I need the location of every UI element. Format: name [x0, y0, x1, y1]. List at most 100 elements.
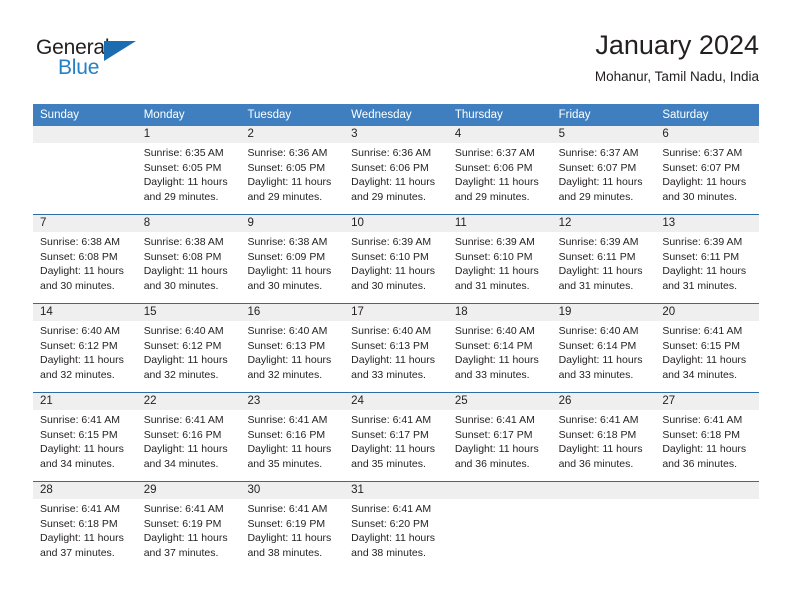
day-cell-20[interactable]: 20 Sunrise: 6:41 AM Sunset: 6:15 PM Dayligh… — [655, 304, 760, 392]
daylight-text-line2: and 29 minutes. — [143, 190, 219, 203]
day-cell-11[interactable]: 11 Sunrise: 6:39 AM Sunset: 6:10 PM Dayligh… — [447, 215, 552, 303]
day-cell-3[interactable]: 3 Sunrise: 6:36 AM Sunset: 6:06 PM Daylight… — [344, 126, 448, 214]
daylight-text-line1: Daylight: 11 hours — [351, 265, 436, 278]
daylight-text-line1: Daylight: 11 hours — [662, 265, 747, 278]
day-number: 14 — [33, 304, 137, 321]
day-cell-8[interactable]: 8 Sunrise: 6:38 AM Sunset: 6:08 PM Daylight… — [136, 215, 241, 303]
sunset-text: Sunset: 6:14 PM — [558, 339, 637, 352]
day-number — [655, 482, 760, 499]
day-number: 9 — [240, 215, 345, 232]
day-cell-31[interactable]: 31 Sunrise: 6:41 AM Sunset: 6:20 PM Dayligh… — [344, 482, 448, 570]
day-cell-30[interactable]: 30 Sunrise: 6:41 AM Sunset: 6:19 PM Dayligh… — [240, 482, 345, 570]
day-number: 15 — [136, 304, 241, 321]
day-number — [33, 126, 137, 143]
day-details: Sunrise: 6:40 AM Sunset: 6:12 PM Daylight:… — [33, 321, 137, 382]
sunset-text: Sunset: 6:15 PM — [40, 428, 118, 441]
day-number: 27 — [655, 393, 760, 410]
sunset-text: Sunset: 6:15 PM — [662, 339, 740, 352]
general-blue-logo[interactable]: General Blue — [36, 36, 166, 88]
sunrise-text: Sunrise: 6:36 AM — [247, 147, 328, 159]
daylight-text-line2: and 32 minutes. — [143, 368, 219, 381]
daylight-text-line1: Daylight: 11 hours — [558, 354, 643, 367]
daylight-text-line1: Daylight: 11 hours — [558, 443, 643, 456]
daylight-text-line2: and 33 minutes. — [558, 368, 634, 381]
day-cell-24[interactable]: 24 Sunrise: 6:41 AM Sunset: 6:17 PM Dayligh… — [344, 393, 448, 481]
sunset-text: Sunset: 6:07 PM — [558, 161, 637, 174]
day-cell-27[interactable]: 27 Sunrise: 6:41 AM Sunset: 6:18 PM Dayligh… — [655, 393, 760, 481]
day-details: Sunrise: 6:37 AM Sunset: 6:07 PM Daylight:… — [552, 143, 656, 204]
day-cell-26[interactable]: 26 Sunrise: 6:41 AM Sunset: 6:18 PM Dayligh… — [551, 393, 656, 481]
day-cell-18[interactable]: 18 Sunrise: 6:40 AM Sunset: 6:14 PM Dayligh… — [447, 304, 552, 392]
day-number: 28 — [33, 482, 137, 499]
sunrise-text: Sunrise: 6:38 AM — [247, 236, 328, 248]
day-cell-13[interactable]: 13 Sunrise: 6:39 AM Sunset: 6:11 PM Dayligh… — [655, 215, 760, 303]
sunset-text: Sunset: 6:11 PM — [558, 250, 636, 263]
sunrise-text: Sunrise: 6:40 AM — [40, 325, 120, 337]
daylight-text-line2: and 36 minutes. — [662, 457, 738, 470]
calendar-grid: Sunday Monday Tuesday Wednesday Thursday Frid… — [33, 104, 760, 570]
day-details: Sunrise: 6:37 AM Sunset: 6:06 PM Daylight:… — [448, 143, 552, 204]
day-number: 7 — [33, 215, 137, 232]
daylight-text-line1: Daylight: 11 hours — [454, 176, 539, 189]
sunrise-text: Sunrise: 6:36 AM — [351, 147, 432, 159]
day-details: Sunrise: 6:39 AM Sunset: 6:11 PM Daylight:… — [552, 232, 656, 293]
day-details: Sunrise: 6:41 AM Sunset: 6:19 PM Daylight:… — [240, 499, 344, 560]
day-cell-1[interactable]: 1 Sunrise: 6:35 AM Sunset: 6:05 PM Daylight… — [136, 126, 241, 214]
day-number: 30 — [240, 482, 345, 499]
sunrise-text: Sunrise: 6:37 AM — [662, 147, 743, 159]
day-cell-28[interactable]: 28 Sunrise: 6:41 AM Sunset: 6:18 PM Dayligh… — [33, 482, 137, 570]
calendar-page: General Blue January 2024 Mohanur, Tamil… — [0, 0, 792, 612]
day-cell-7[interactable]: 7 Sunrise: 6:38 AM Sunset: 6:08 PM Daylight… — [33, 215, 137, 303]
day-details: Sunrise: 6:41 AM Sunset: 6:19 PM Daylight:… — [137, 499, 241, 560]
daylight-text-line2: and 33 minutes. — [351, 368, 426, 381]
sunrise-text: Sunrise: 6:41 AM — [454, 414, 535, 426]
sunset-text: Sunset: 6:05 PM — [247, 161, 326, 174]
day-cell-4[interactable]: 4 Sunrise: 6:37 AM Sunset: 6:06 PM Daylight… — [447, 126, 552, 214]
day-cell-2[interactable]: 2 Sunrise: 6:36 AM Sunset: 6:05 PM Daylight… — [240, 126, 345, 214]
sunrise-text: Sunrise: 6:37 AM — [558, 147, 639, 159]
day-cell-22[interactable]: 22 Sunrise: 6:41 AM Sunset: 6:16 PM Dayligh… — [136, 393, 241, 481]
day-cell-17[interactable]: 17 Sunrise: 6:40 AM Sunset: 6:13 PM Dayligh… — [344, 304, 448, 392]
sunrise-text: Sunrise: 6:39 AM — [454, 236, 535, 248]
daylight-text-line1: Daylight: 11 hours — [351, 354, 436, 367]
day-cell-29[interactable]: 29 Sunrise: 6:41 AM Sunset: 6:19 PM Dayligh… — [136, 482, 241, 570]
daylight-text-line1: Daylight: 11 hours — [454, 354, 539, 367]
daylight-text-line2: and 32 minutes. — [40, 368, 115, 381]
sunset-text: Sunset: 6:12 PM — [143, 339, 222, 352]
sunset-text: Sunset: 6:07 PM — [662, 161, 740, 174]
day-cell-19[interactable]: 19 Sunrise: 6:40 AM Sunset: 6:14 PM Dayligh… — [551, 304, 656, 392]
day-number: 25 — [447, 393, 552, 410]
sunset-text: Sunset: 6:20 PM — [351, 517, 429, 530]
day-cell-15[interactable]: 15 Sunrise: 6:40 AM Sunset: 6:12 PM Dayligh… — [136, 304, 241, 392]
page-title: January 2024 — [595, 30, 759, 60]
daylight-text-line2: and 37 minutes. — [40, 546, 115, 559]
day-cell-23[interactable]: 23 Sunrise: 6:41 AM Sunset: 6:16 PM Dayligh… — [240, 393, 345, 481]
page-header: General Blue January 2024 Mohanur, Tamil… — [33, 28, 759, 98]
day-cell-empty — [33, 126, 137, 214]
day-cell-21[interactable]: 21 Sunrise: 6:41 AM Sunset: 6:15 PM Dayligh… — [33, 393, 137, 481]
day-cell-14[interactable]: 14 Sunrise: 6:40 AM Sunset: 6:12 PM Dayligh… — [33, 304, 137, 392]
day-cell-25[interactable]: 25 Sunrise: 6:41 AM Sunset: 6:17 PM Dayligh… — [447, 393, 552, 481]
day-cell-6[interactable]: 6 Sunrise: 6:37 AM Sunset: 6:07 PM Daylight… — [655, 126, 760, 214]
sunset-text: Sunset: 6:16 PM — [247, 428, 326, 441]
sunrise-text: Sunrise: 6:40 AM — [558, 325, 639, 337]
sunset-text: Sunset: 6:14 PM — [454, 339, 533, 352]
day-details: Sunrise: 6:39 AM Sunset: 6:11 PM Daylight:… — [655, 232, 759, 293]
sunset-text: Sunset: 6:06 PM — [454, 161, 533, 174]
sunrise-text: Sunrise: 6:41 AM — [351, 503, 432, 515]
daylight-text-line1: Daylight: 11 hours — [40, 354, 124, 367]
daylight-text-line2: and 38 minutes. — [247, 546, 323, 559]
daylight-text-line1: Daylight: 11 hours — [351, 443, 436, 456]
day-cell-16[interactable]: 16 Sunrise: 6:40 AM Sunset: 6:13 PM Dayligh… — [240, 304, 345, 392]
daylight-text-line2: and 36 minutes. — [454, 457, 530, 470]
logo-text-blue: Blue — [58, 56, 100, 79]
day-cell-5[interactable]: 5 Sunrise: 6:37 AM Sunset: 6:07 PM Daylight… — [551, 126, 656, 214]
day-number: 19 — [551, 304, 656, 321]
sunset-text: Sunset: 6:17 PM — [454, 428, 533, 441]
sunset-text: Sunset: 6:05 PM — [143, 161, 222, 174]
day-number: 3 — [344, 126, 448, 143]
sunset-text: Sunset: 6:18 PM — [558, 428, 637, 441]
day-cell-12[interactable]: 12 Sunrise: 6:39 AM Sunset: 6:11 PM Dayligh… — [551, 215, 656, 303]
day-cell-10[interactable]: 10 Sunrise: 6:39 AM Sunset: 6:10 PM Dayligh… — [344, 215, 448, 303]
day-cell-9[interactable]: 9 Sunrise: 6:38 AM Sunset: 6:09 PM Daylight… — [240, 215, 345, 303]
